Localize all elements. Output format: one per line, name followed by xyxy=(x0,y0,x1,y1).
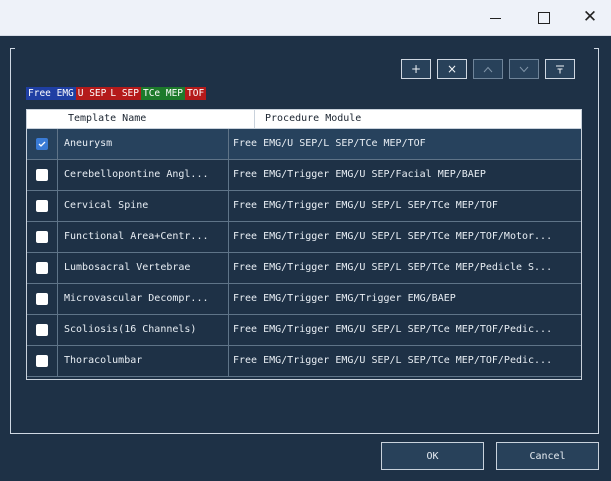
title-bar: ✕ xyxy=(0,0,611,36)
plus-icon: + xyxy=(410,62,422,76)
row-checkbox-cell xyxy=(27,315,58,345)
module-legend: Free EMG U SEP L SEP TCe MEP TOF xyxy=(26,87,207,100)
procedure-module-cell: Free EMG/U SEP/L SEP/TCe MEP/TOF xyxy=(233,138,426,149)
table-row[interactable]: Microvascular Decompr... Free EMG/Trigger… xyxy=(27,284,581,315)
table-row[interactable]: Scoliosis(16 Channels) Free EMG/Trigger E… xyxy=(27,315,581,346)
template-name-cell: Lumbosacral Vertebrae xyxy=(58,253,229,283)
minimize-icon xyxy=(489,18,501,19)
row-checkbox-cell xyxy=(27,191,58,221)
frame-corner-right xyxy=(594,48,599,49)
row-checkbox-cell xyxy=(27,129,58,159)
header-checkbox-column xyxy=(27,110,58,128)
checkbox[interactable] xyxy=(36,200,48,212)
table-body: Aneurysm Free EMG/U SEP/L SEP/TCe MEP/TOF… xyxy=(27,129,581,377)
procedure-module-cell: Free EMG/Trigger EMG/U SEP/L SEP/TCe MEP… xyxy=(233,324,553,335)
add-template-button[interactable]: + xyxy=(401,59,431,79)
chevron-up-icon xyxy=(483,66,493,72)
legend-tce-mep: TCe MEP xyxy=(140,87,186,100)
row-checkbox-cell xyxy=(27,284,58,314)
move-down-button[interactable] xyxy=(509,59,539,79)
checkbox[interactable] xyxy=(36,169,48,181)
table-row[interactable]: Lumbosacral Vertebrae Free EMG/Trigger EM… xyxy=(27,253,581,284)
table-row[interactable]: Aneurysm Free EMG/U SEP/L SEP/TCe MEP/TOF xyxy=(27,129,581,160)
close-icon: ✕ xyxy=(582,7,598,27)
move-up-button[interactable] xyxy=(473,59,503,79)
maximize-button[interactable] xyxy=(521,0,567,35)
delete-icon: × xyxy=(446,62,458,76)
template-name-cell: Cervical Spine xyxy=(58,191,229,221)
cancel-button[interactable]: Cancel xyxy=(496,442,599,470)
legend-free-emg: Free EMG xyxy=(26,87,76,100)
procedure-module-cell: Free EMG/Trigger EMG/U SEP/L SEP/TCe MEP… xyxy=(233,200,498,211)
procedure-module-cell: Free EMG/Trigger EMG/U SEP/L SEP/TCe MEP… xyxy=(233,355,553,366)
checkbox[interactable] xyxy=(36,324,48,336)
header-procedure-module[interactable]: Procedure Module xyxy=(255,110,581,128)
frame-corner-left xyxy=(10,48,15,49)
row-checkbox-cell xyxy=(27,222,58,252)
table-header: Template Name Procedure Module xyxy=(27,110,581,129)
legend-u-sep: U SEP xyxy=(75,87,109,100)
legend-tof: TOF xyxy=(185,87,207,100)
procedure-module-cell: Free EMG/Trigger EMG/U SEP/L SEP/TCe MEP… xyxy=(233,231,553,242)
table-row[interactable]: Cerebellopontine Angl... Free EMG/Trigger… xyxy=(27,160,581,191)
chevron-down-icon xyxy=(519,66,529,72)
close-button[interactable]: ✕ xyxy=(567,0,611,35)
template-name-cell: Cerebellopontine Angl... xyxy=(58,160,229,190)
checkbox[interactable] xyxy=(36,293,48,305)
row-checkbox-cell xyxy=(27,160,58,190)
procedure-module-cell: Free EMG/Trigger EMG/U SEP/L SEP/TCe MEP… xyxy=(233,262,553,273)
delete-template-button[interactable]: × xyxy=(437,59,467,79)
template-name-cell: Functional Area+Centr... xyxy=(58,222,229,252)
checkbox[interactable] xyxy=(36,355,48,367)
table-row[interactable]: Functional Area+Centr... Free EMG/Trigger… xyxy=(27,222,581,253)
procedure-module-cell: Free EMG/Trigger EMG/Trigger EMG/BAEP xyxy=(233,293,456,304)
maximize-icon xyxy=(538,11,550,24)
checkmark-icon xyxy=(38,141,46,147)
ok-button[interactable]: OK xyxy=(381,442,484,470)
checkbox[interactable] xyxy=(36,262,48,274)
header-template-name[interactable]: Template Name xyxy=(58,110,255,128)
table-row[interactable]: Thoracolumbar Free EMG/Trigger EMG/U SEP/… xyxy=(27,346,581,377)
move-to-top-icon xyxy=(556,65,564,73)
template-name-cell: Microvascular Decompr... xyxy=(58,284,229,314)
template-name-cell: Thoracolumbar xyxy=(58,346,229,376)
template-toolbar: + × xyxy=(401,59,575,79)
table-row[interactable]: Cervical Spine Free EMG/Trigger EMG/U SEP… xyxy=(27,191,581,222)
row-checkbox-cell xyxy=(27,346,58,376)
template-name-cell: Scoliosis(16 Channels) xyxy=(58,315,229,345)
template-table: Template Name Procedure Module Aneurysm F… xyxy=(26,109,582,380)
row-checkbox-cell xyxy=(27,253,58,283)
template-name-cell: Aneurysm xyxy=(58,129,229,159)
checkbox-checked[interactable] xyxy=(36,138,48,150)
minimize-button[interactable] xyxy=(472,0,518,35)
legend-l-sep: L SEP xyxy=(108,87,141,100)
checkbox[interactable] xyxy=(36,231,48,243)
procedure-module-cell: Free EMG/Trigger EMG/U SEP/Facial MEP/BA… xyxy=(233,169,486,180)
move-to-top-button[interactable] xyxy=(545,59,575,79)
